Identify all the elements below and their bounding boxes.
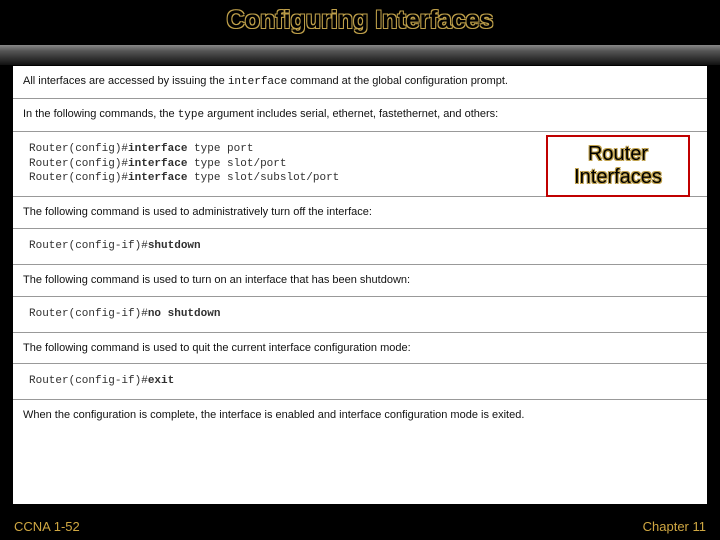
exit-intro-row: The following command is used to quit th… bbox=[13, 333, 707, 365]
shutdown-bold: shutdown bbox=[148, 240, 201, 252]
l1-bold: interface bbox=[128, 143, 187, 155]
slide: Configuring Interfaces All interfaces ar… bbox=[0, 0, 720, 540]
code-noshut: Router(config-if)#no shutdown bbox=[13, 297, 707, 333]
l2-rest: type slot/port bbox=[187, 158, 286, 170]
code-shutdown: Router(config-if)#shutdown bbox=[13, 229, 707, 265]
exit-bold: exit bbox=[148, 375, 174, 387]
type-args-prefix: In the following commands, the bbox=[23, 108, 178, 120]
intro-suffix: command at the global configuration prom… bbox=[287, 75, 508, 87]
shutdown-prompt: Router(config-if)# bbox=[29, 240, 148, 252]
title-area: Configuring Interfaces bbox=[0, 0, 720, 35]
noshut-bold: no shutdown bbox=[148, 308, 221, 320]
slide-title: Configuring Interfaces bbox=[227, 6, 494, 35]
l2-bold: interface bbox=[128, 158, 187, 170]
footer-left: CCNA 1-52 bbox=[14, 519, 80, 534]
l3-bold: interface bbox=[128, 172, 187, 184]
type-args-row: In the following commands, the type argu… bbox=[13, 99, 707, 132]
type-args-cmd: type bbox=[178, 109, 204, 121]
type-args-suffix: argument includes serial, ethernet, fast… bbox=[204, 108, 498, 120]
header-gradient bbox=[0, 45, 720, 65]
intro-cmd: interface bbox=[228, 76, 287, 88]
footer: CCNA 1-52 Chapter 11 bbox=[14, 519, 706, 534]
shutdown-intro-row: The following command is used to adminis… bbox=[13, 197, 707, 229]
callout-text: Router Interfaces bbox=[548, 143, 688, 189]
l1-rest: type port bbox=[187, 143, 253, 155]
l1-prompt: Router(config)# bbox=[29, 143, 128, 155]
callout-router-interfaces: Router Interfaces bbox=[546, 135, 690, 197]
l3-prompt: Router(config)# bbox=[29, 172, 128, 184]
intro-prefix: All interfaces are accessed by issuing t… bbox=[23, 75, 228, 87]
l3-rest: type slot/subslot/port bbox=[187, 172, 339, 184]
content-panel: All interfaces are accessed by issuing t… bbox=[12, 65, 708, 505]
code-exit: Router(config-if)#exit bbox=[13, 364, 707, 400]
intro-row: All interfaces are accessed by issuing t… bbox=[13, 66, 707, 99]
noshut-prompt: Router(config-if)# bbox=[29, 308, 148, 320]
l2-prompt: Router(config)# bbox=[29, 158, 128, 170]
exit-prompt: Router(config-if)# bbox=[29, 375, 148, 387]
final-row: When the configuration is complete, the … bbox=[13, 400, 707, 431]
footer-right: Chapter 11 bbox=[643, 519, 706, 534]
noshut-intro-row: The following command is used to turn on… bbox=[13, 265, 707, 297]
